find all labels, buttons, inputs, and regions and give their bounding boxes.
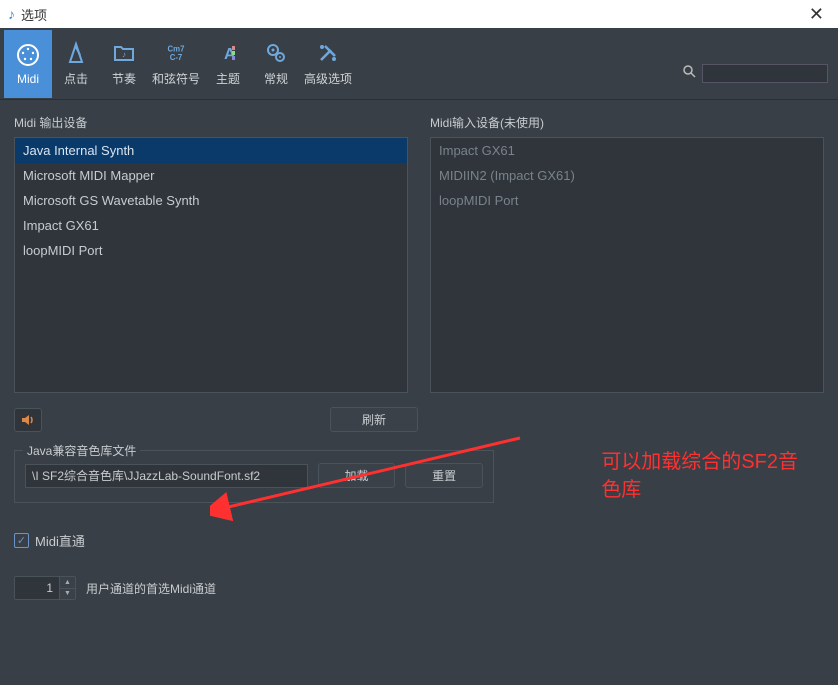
channel-value[interactable]: 1 bbox=[15, 577, 59, 599]
folder-icon: ♪ bbox=[111, 40, 137, 66]
list-item[interactable]: Java Internal Synth bbox=[15, 138, 407, 163]
list-item: loopMIDI Port bbox=[431, 188, 823, 213]
tab-label: 主题 bbox=[216, 70, 240, 87]
tab-label: 点击 bbox=[64, 70, 88, 87]
tools-icon bbox=[315, 40, 341, 66]
midi-icon bbox=[15, 42, 41, 68]
tab-label: 高级选项 bbox=[304, 70, 352, 87]
channel-spinner[interactable]: 1 ▲ ▼ bbox=[14, 576, 76, 600]
soundbank-label: Java兼容音色库文件 bbox=[23, 442, 140, 459]
tab-label: 和弦符号 bbox=[152, 70, 200, 87]
theme-icon: A bbox=[215, 40, 241, 66]
svg-text:Cm7: Cm7 bbox=[168, 44, 185, 53]
tab-chord-symbols[interactable]: Cm7C-7 和弦符号 bbox=[148, 30, 204, 98]
tab-label: 常规 bbox=[264, 70, 288, 87]
tab-theme[interactable]: A 主题 bbox=[204, 30, 252, 98]
svg-text:♪: ♪ bbox=[122, 50, 126, 59]
list-item: Impact GX61 bbox=[431, 138, 823, 163]
search-icon bbox=[682, 64, 696, 83]
spinner-down[interactable]: ▼ bbox=[60, 589, 75, 600]
midi-out-listbox[interactable]: Java Internal Synth Microsoft MIDI Mappe… bbox=[14, 137, 408, 393]
tab-midi[interactable]: Midi bbox=[4, 30, 52, 98]
reset-button[interactable]: 重置 bbox=[405, 463, 483, 488]
window-title: 选项 bbox=[21, 5, 47, 24]
chord-icon: Cm7C-7 bbox=[163, 40, 189, 66]
tab-click[interactable]: 点击 bbox=[52, 30, 100, 98]
titlebar: ♪ 选项 ✕ bbox=[0, 0, 838, 28]
app-icon: ♪ bbox=[8, 6, 15, 22]
list-item[interactable]: Microsoft GS Wavetable Synth bbox=[15, 188, 407, 213]
list-item[interactable]: loopMIDI Port bbox=[15, 238, 407, 263]
midi-thru-label: Midi直通 bbox=[35, 531, 85, 550]
gear-icon bbox=[263, 40, 289, 66]
soundbank-fieldset: Java兼容音色库文件 加载 重置 bbox=[14, 450, 494, 503]
tab-general[interactable]: 常规 bbox=[252, 30, 300, 98]
list-item[interactable]: Impact GX61 bbox=[15, 213, 407, 238]
list-item[interactable]: Microsoft MIDI Mapper bbox=[15, 163, 407, 188]
test-audio-button[interactable] bbox=[14, 408, 42, 432]
midi-out-label: Midi 输出设备 bbox=[14, 114, 408, 131]
refresh-button[interactable]: 刷新 bbox=[330, 407, 418, 432]
tab-label: Midi bbox=[17, 72, 39, 86]
metronome-icon bbox=[63, 40, 89, 66]
tab-advanced[interactable]: 高级选项 bbox=[300, 30, 356, 98]
list-item: MIDIIN2 (Impact GX61) bbox=[431, 163, 823, 188]
soundbank-path-input[interactable] bbox=[25, 464, 308, 488]
tab-label: 节奏 bbox=[112, 70, 136, 87]
midi-in-label: Midi输入设备(未使用) bbox=[430, 114, 824, 131]
toolbar: Midi 点击 ♪ 节奏 Cm7C-7 和弦符号 A 主题 常规 高级选项 bbox=[0, 28, 838, 100]
spinner-up[interactable]: ▲ bbox=[60, 577, 75, 589]
midi-in-listbox: Impact GX61 MIDIIN2 (Impact GX61) loopMI… bbox=[430, 137, 824, 393]
midi-thru-checkbox[interactable]: ✓ bbox=[14, 533, 29, 548]
tab-rhythm[interactable]: ♪ 节奏 bbox=[100, 30, 148, 98]
svg-text:C-7: C-7 bbox=[170, 53, 183, 62]
channel-label: 用户通道的首选Midi通道 bbox=[86, 580, 216, 597]
load-button[interactable]: 加载 bbox=[318, 463, 396, 488]
close-button[interactable]: ✕ bbox=[803, 4, 830, 25]
search-input[interactable] bbox=[702, 64, 828, 83]
